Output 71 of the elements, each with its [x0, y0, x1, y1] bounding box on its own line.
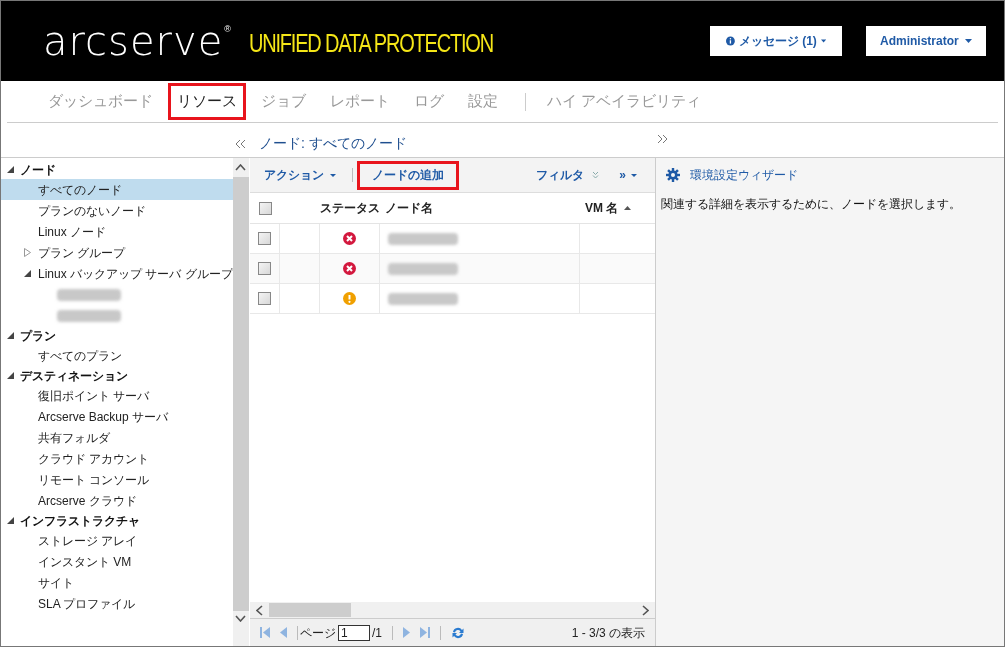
details-message: 関連する詳細を表示するために、ノードを選択します。: [661, 196, 962, 213]
caret-icon: [631, 173, 637, 177]
gear-icon: [666, 167, 680, 182]
tree-item[interactable]: 共有フォルダ: [1, 427, 233, 448]
collapsed-triangle-icon[interactable]: [24, 248, 31, 257]
tree-section[interactable]: インフラストラクチャ: [20, 511, 140, 530]
tree-item[interactable]: SLA プロファイル: [1, 593, 233, 614]
tree-item[interactable]: 復旧ポイント サーバ: [1, 385, 233, 406]
scroll-up-icon[interactable]: [235, 164, 247, 171]
expanded-triangle-icon[interactable]: [7, 332, 14, 339]
column-header[interactable]: ノード名: [380, 199, 580, 217]
checkbox[interactable]: [258, 201, 272, 215]
product-name: UNIFIED DATA PROTECTION: [248, 30, 493, 56]
tree-item[interactable]: インスタント VM: [1, 551, 233, 572]
registered-mark: ®: [224, 23, 231, 36]
sort-ascending-icon: [624, 206, 632, 210]
info-icon: [726, 35, 735, 47]
tree-item[interactable]: クラウド アカウント: [1, 448, 233, 469]
more-menu-button[interactable]: »: [619, 166, 637, 184]
add-node-button[interactable]: ノードの追加: [357, 160, 459, 190]
tree-section[interactable]: デスティネーション: [20, 366, 128, 385]
caret-icon: [965, 39, 972, 43]
tree-item[interactable]: プラン グループ: [1, 242, 233, 263]
caret-icon: [330, 173, 336, 177]
tree-item[interactable]: プランのないノード: [1, 200, 233, 221]
caret-icon: [820, 39, 826, 43]
tree-section[interactable]: ノード: [20, 160, 56, 179]
page-summary: 1 - 3/3 の表示: [571, 624, 645, 642]
tree-item[interactable]: Linux バックアップ サーバ グループ: [1, 263, 233, 284]
expanded-triangle-icon[interactable]: [7, 372, 14, 379]
previous-page-icon[interactable]: [280, 627, 287, 638]
column-header[interactable]: VM 名: [580, 199, 632, 217]
messages-button[interactable]: メッセージ (1): [710, 26, 842, 56]
tree-item[interactable]: サイト: [1, 572, 233, 593]
tree-section[interactable]: プラン: [20, 326, 56, 345]
panel-title: ノード: すべてのノード: [259, 133, 408, 153]
tree-item[interactable]: Arcserve Backup サーバ: [1, 406, 233, 427]
setup-wizard-link[interactable]: 環境設定ウィザード: [690, 165, 798, 184]
column-header[interactable]: ステータス: [320, 199, 380, 217]
checkbox[interactable]: [258, 262, 271, 275]
collapse-left-icon[interactable]: [236, 140, 245, 148]
page-total: /1: [372, 624, 382, 642]
scroll-left-icon[interactable]: [256, 604, 263, 616]
page-label: ページ: [300, 624, 336, 642]
tree-item[interactable]: ストレージ アレイ: [1, 530, 233, 551]
expanded-triangle-icon[interactable]: [24, 270, 31, 277]
logo: arcserve: [43, 21, 224, 61]
expand-right-icon[interactable]: [658, 135, 667, 143]
tree-item[interactable]: リモート コンソール: [1, 469, 233, 490]
tree-item[interactable]: Arcserve クラウド: [1, 490, 233, 511]
checkbox[interactable]: [258, 292, 271, 305]
double-chevron-down-icon: [592, 171, 600, 179]
tree-item[interactable]: すべてのプラン: [1, 345, 233, 366]
expanded-triangle-icon[interactable]: [7, 166, 14, 173]
actions-menu-button[interactable]: アクション: [264, 166, 336, 184]
refresh-icon[interactable]: [451, 625, 465, 640]
tree-item[interactable]: すべてのノード: [1, 179, 233, 200]
last-page-icon[interactable]: [420, 627, 430, 638]
tree-item[interactable]: Linux ノード: [1, 221, 233, 242]
nav-tab[interactable]: リソース: [168, 83, 246, 120]
scroll-down-icon[interactable]: [235, 615, 247, 622]
checkbox[interactable]: [258, 232, 271, 245]
horizontal-scrollbar[interactable]: [250, 602, 655, 618]
scroll-right-icon[interactable]: [642, 604, 649, 616]
filter-button[interactable]: フィルタ: [536, 166, 600, 184]
page-input[interactable]: 1: [338, 624, 370, 641]
user-menu-button[interactable]: Administrator: [866, 26, 986, 56]
next-page-icon[interactable]: [403, 627, 410, 638]
expanded-triangle-icon[interactable]: [7, 517, 14, 524]
first-page-icon[interactable]: [260, 627, 270, 638]
vertical-scrollbar[interactable]: [232, 158, 249, 646]
